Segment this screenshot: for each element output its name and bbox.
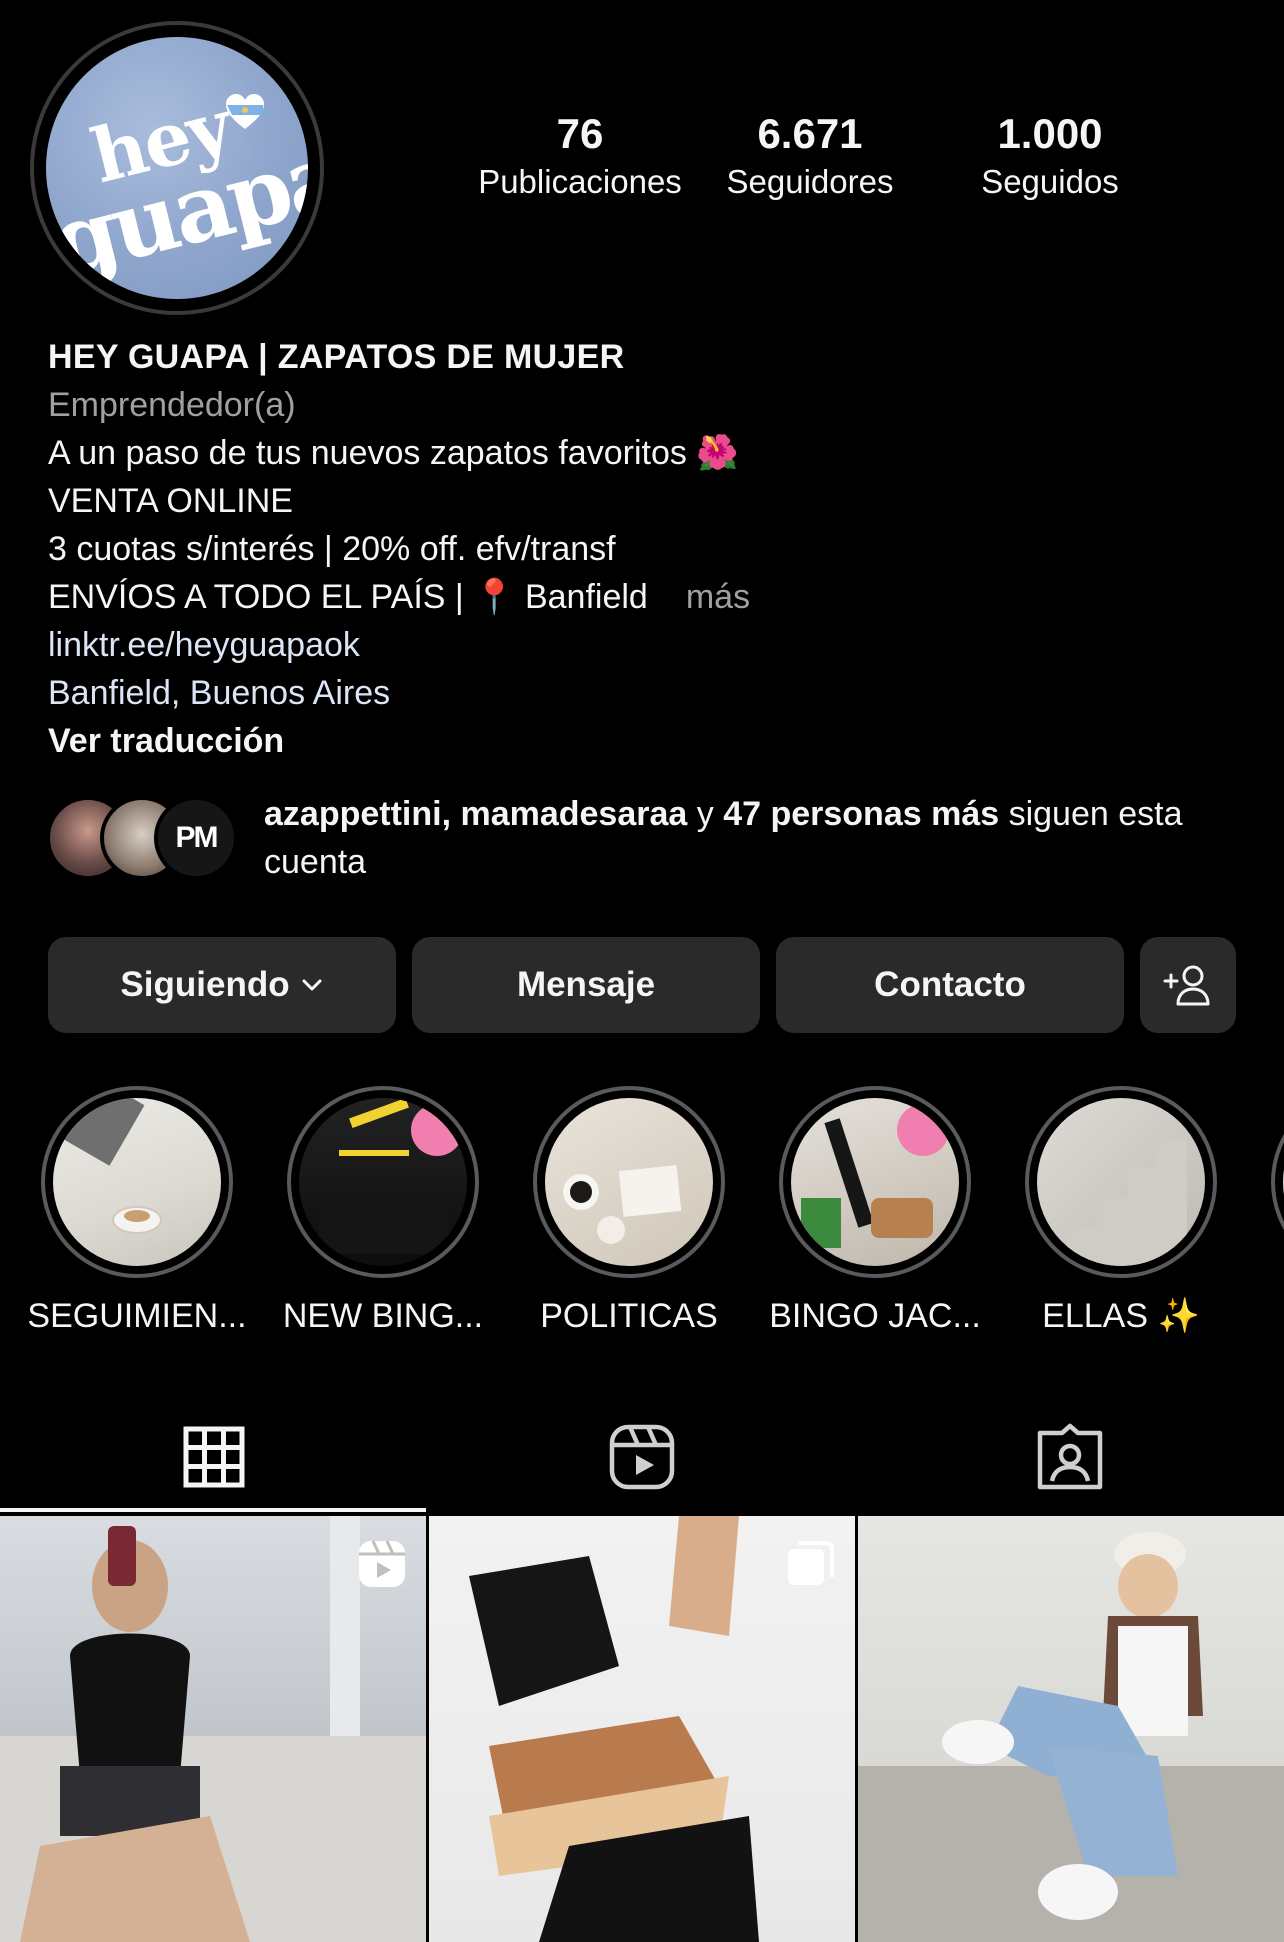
suggest-people-button[interactable] [1140, 937, 1236, 1033]
following-button-label: Siguiendo [120, 965, 290, 1004]
profile-avatar[interactable]: hey guapa [30, 21, 324, 315]
highlight-label: ELLAS ✨ [1042, 1297, 1200, 1335]
highlight-cover-art [563, 1165, 682, 1244]
profile-tabs [0, 1400, 1284, 1514]
stat-following-label: Seguidos [981, 163, 1119, 200]
highlight-ring [779, 1086, 971, 1278]
bio-line-1: A un paso de tus nuevos zapatos favorito… [48, 434, 739, 472]
post-thumbnail[interactable] [0, 1516, 426, 1942]
profile-name: HEY GUAPA | ZAPATOS DE MUJER [48, 338, 625, 376]
reels-icon [609, 1424, 675, 1490]
highlight-item[interactable]: NEW BING... [268, 1086, 498, 1336]
highlight-ring [41, 1086, 233, 1278]
tab-posts-grid[interactable] [0, 1400, 428, 1514]
follower-avatar: PM [154, 796, 238, 880]
chevron-down-icon [302, 979, 322, 991]
stat-following-value: 1.000 [997, 110, 1103, 157]
highlight-ring [287, 1086, 479, 1278]
profile-actions: Siguiendo Mensaje Contacto [48, 937, 1238, 1033]
message-button-label: Mensaje [516, 965, 656, 1004]
posts-grid [0, 1516, 1284, 1942]
avatar-image: hey guapa [46, 37, 308, 299]
highlight-item[interactable] [1252, 1086, 1284, 1278]
follower-avatar-initials: PM [175, 821, 219, 854]
bio-line-2: VENTA ONLINE [48, 482, 293, 520]
mutual-followers-text: azappettini, mamadesaraa y 47 personas m… [264, 790, 1244, 886]
stat-followers-value: 6.671 [757, 110, 863, 157]
highlight-ring [1271, 1086, 1284, 1278]
carousel-icon [788, 1541, 834, 1585]
reel-icon [359, 1540, 405, 1587]
grid-icon [183, 1426, 245, 1488]
mutual-followers-count: 47 personas más [723, 795, 1000, 833]
more-link[interactable]: más [686, 578, 750, 616]
avatar-logo: hey guapa [46, 37, 308, 299]
mutual-followers-joiner: y [696, 795, 714, 833]
bio-line-4: ENVÍOS A TODO EL PAÍS | 📍 Banfield [48, 578, 648, 616]
heart-flag-icon [226, 94, 264, 129]
story-highlights: SEGUIMIEN... NEW BING... POLITICAS BINGO… [0, 1086, 1284, 1336]
highlight-label: POLITICAS [540, 1297, 718, 1335]
highlight-cover [53, 1098, 221, 1266]
highlight-cover-art [319, 1098, 463, 1254]
stat-posts-value: 76 [556, 110, 604, 157]
stat-posts[interactable]: 76 Publicaciones [472, 108, 688, 204]
highlight-cover [1037, 1098, 1205, 1266]
post-thumbnail[interactable] [429, 1516, 855, 1942]
profile-link[interactable]: linktr.ee/heyguapaok [48, 621, 1228, 669]
tab-reels[interactable] [428, 1400, 856, 1514]
stat-followers[interactable]: 6.671 Seguidores [710, 108, 910, 204]
tagged-icon [1037, 1423, 1103, 1490]
stat-followers-label: Seguidores [726, 163, 894, 200]
mutual-followers-names: azappettini, mamadesaraa [264, 795, 688, 833]
highlight-cover [545, 1098, 713, 1266]
highlight-cover [791, 1098, 959, 1266]
tab-tagged[interactable] [856, 1400, 1284, 1514]
highlight-label: NEW BING... [282, 1297, 484, 1335]
stat-following[interactable]: 1.000 Seguidos [960, 108, 1140, 204]
profile-location[interactable]: Banfield, Buenos Aires [48, 669, 1228, 717]
highlight-item[interactable]: ELLAS ✨ [1006, 1086, 1236, 1336]
bio-line-3: 3 cuotas s/interés | 20% off. efv/transf [48, 530, 616, 568]
following-button[interactable]: Siguiendo [48, 937, 396, 1033]
add-person-icon [1163, 965, 1210, 1006]
highlight-item[interactable]: SEGUIMIEN... [22, 1086, 252, 1336]
mutual-followers[interactable]: PM azappettini, mamadesaraa y 47 persona… [46, 790, 1246, 890]
post-thumbnail[interactable] [858, 1516, 1284, 1942]
stat-posts-label: Publicaciones [478, 163, 682, 200]
bio-line-4-row: ENVÍOS A TODO EL PAÍS | 📍 Banfield más [48, 573, 1228, 621]
active-tab-indicator [0, 1508, 426, 1512]
highlight-ring [533, 1086, 725, 1278]
highlight-cover [299, 1098, 467, 1266]
highlight-ring [1025, 1086, 1217, 1278]
contact-button-label: Contacto [874, 965, 1026, 1004]
post-image [858, 1532, 1284, 1942]
highlight-item[interactable]: BINGO JAC... [760, 1086, 990, 1336]
highlight-cover-art [53, 1098, 162, 1234]
profile-category: Emprendedor(a) [48, 386, 296, 424]
message-button[interactable]: Mensaje [412, 937, 760, 1033]
highlight-item[interactable]: POLITICAS [514, 1086, 744, 1336]
highlight-label: BINGO JAC... [769, 1297, 981, 1335]
contact-button[interactable]: Contacto [776, 937, 1124, 1033]
highlight-label: SEGUIMIEN... [27, 1297, 247, 1335]
highlight-cover-art [1067, 1138, 1187, 1266]
translate-button[interactable]: Ver traducción [48, 717, 1228, 765]
profile-bio: HEY GUAPA | ZAPATOS DE MUJER Emprendedor… [48, 333, 1228, 765]
highlight-cover-art [801, 1104, 949, 1248]
